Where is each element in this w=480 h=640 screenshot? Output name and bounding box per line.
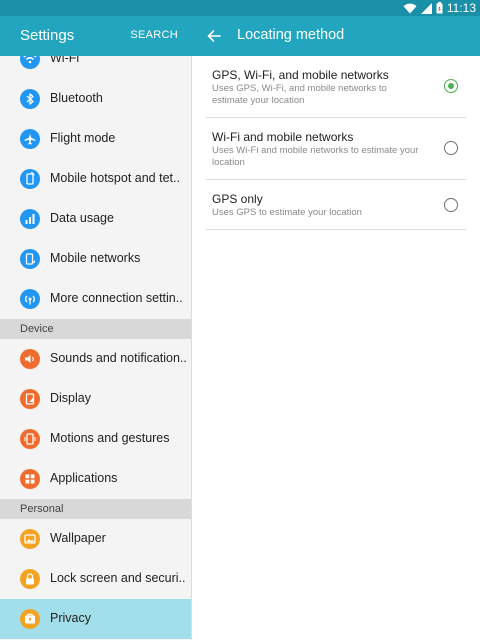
radio-button[interactable] — [444, 79, 458, 93]
option-description: Uses GPS to estimate your location — [212, 207, 362, 218]
privacy-icon — [20, 609, 40, 629]
mobile-networks-icon — [20, 249, 40, 269]
settings-header: Settings SEARCH — [0, 16, 192, 56]
section-header-personal: Personal — [0, 499, 192, 519]
status-icons: 11:13 — [403, 0, 476, 16]
sidebar-item-label: Mobile networks — [50, 251, 141, 265]
sidebar-item-label: Display — [50, 391, 91, 405]
motions-icon — [20, 429, 40, 449]
radio-button[interactable] — [444, 141, 458, 155]
locating-method-pane: GPS, Wi-Fi, and mobile networks Uses GPS,… — [192, 56, 480, 640]
cell-signal-icon — [420, 2, 432, 14]
app-title: Settings — [20, 27, 75, 44]
locating-option-1[interactable]: GPS, Wi-Fi, and mobile networks Uses GPS,… — [206, 56, 466, 118]
locating-option-3[interactable]: GPS only Uses GPS to estimate your locati… — [206, 180, 466, 230]
more-connections-icon — [20, 289, 40, 309]
wifi-icon — [20, 56, 40, 69]
sidebar-item-label: Sounds and notification.. — [50, 351, 187, 365]
sidebar-item-applications[interactable]: Applications — [0, 459, 192, 499]
sidebar-item-label: Wallpaper — [50, 531, 106, 545]
radio-button[interactable] — [444, 198, 458, 212]
sidebar-item-label: Bluetooth — [50, 91, 103, 105]
sidebar-item-wallpaper[interactable]: Wallpaper — [0, 519, 192, 559]
sidebar-item-label: Motions and gestures — [50, 431, 170, 445]
sidebar-item-label: Mobile hotspot and tet.. — [50, 171, 180, 185]
sidebar-item-bluetooth[interactable]: Bluetooth — [0, 79, 192, 119]
sidebar-item-wifi[interactable]: Wi-Fi — [0, 56, 192, 79]
sidebar-item-motions[interactable]: Motions and gestures — [0, 419, 192, 459]
locating-option-2[interactable]: Wi-Fi and mobile networks Uses Wi-Fi and … — [206, 118, 466, 180]
option-title: GPS only — [212, 192, 263, 206]
sidebar-item-sound[interactable]: Sounds and notification.. — [0, 339, 192, 379]
sidebar-item-mobile-networks[interactable]: Mobile networks — [0, 239, 192, 279]
hotspot-icon — [20, 169, 40, 189]
sidebar-item-label: Privacy — [50, 611, 91, 625]
search-button[interactable]: SEARCH — [130, 29, 178, 41]
data-usage-icon — [20, 209, 40, 229]
sidebar-item-lock[interactable]: Lock screen and securi.. — [0, 559, 192, 599]
lock-icon — [20, 569, 40, 589]
sidebar-item-privacy[interactable]: Privacy — [0, 599, 192, 639]
applications-icon — [20, 469, 40, 489]
option-title: Wi-Fi and mobile networks — [212, 130, 354, 144]
detail-header: Locating method — [192, 16, 480, 56]
battery-icon — [436, 2, 443, 14]
airplane-icon — [20, 129, 40, 149]
sidebar-item-label: Wi-Fi — [50, 56, 80, 65]
display-icon — [20, 389, 40, 409]
bluetooth-icon — [20, 89, 40, 109]
page-title: Locating method — [237, 27, 345, 43]
option-title: GPS, Wi-Fi, and mobile networks — [212, 68, 389, 82]
option-description: Uses GPS, Wi-Fi, and mobile networks to … — [212, 83, 387, 106]
sidebar-item-label: Applications — [50, 471, 118, 485]
sidebar-item-label: More connection settin.. — [50, 291, 183, 305]
settings-list: Wi-Fi Bluetooth Flight mode Mobile hotspot … — [0, 56, 192, 640]
status-bar: 11:13 — [0, 0, 480, 16]
wallpaper-icon — [20, 529, 40, 549]
status-time: 11:13 — [446, 1, 476, 15]
sidebar-item-label: Flight mode — [50, 131, 116, 145]
sidebar-item-more-connections[interactable]: More connection settin.. — [0, 279, 192, 319]
option-description: Uses Wi-Fi and mobile networks to estima… — [212, 145, 419, 168]
sound-icon — [20, 349, 40, 369]
wifi-signal-icon — [403, 3, 417, 13]
back-arrow-icon[interactable] — [204, 26, 224, 46]
sidebar-item-label: Data usage — [50, 211, 114, 225]
sidebar-item-data-usage[interactable]: Data usage — [0, 199, 192, 239]
action-bar: Settings SEARCH Locating method — [0, 16, 480, 56]
sidebar-item-label: Lock screen and securi.. — [50, 571, 186, 585]
sidebar-item-hotspot[interactable]: Mobile hotspot and tet.. — [0, 159, 192, 199]
section-header-device: Device — [0, 319, 192, 339]
sidebar-item-display[interactable]: Display — [0, 379, 192, 419]
sidebar-item-airplane[interactable]: Flight mode — [0, 119, 192, 159]
